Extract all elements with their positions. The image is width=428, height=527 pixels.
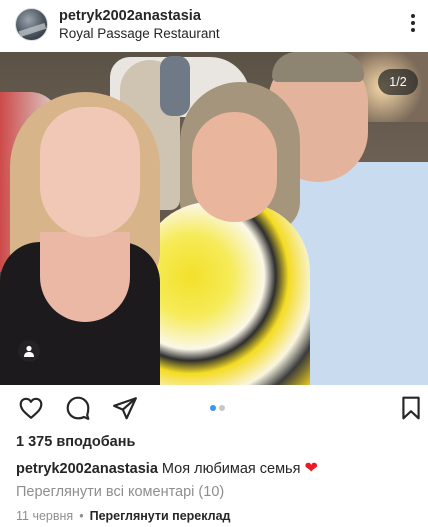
post-photo[interactable]: 1/2 xyxy=(0,52,428,385)
carousel-indicator xyxy=(210,405,230,411)
carousel-dot-active xyxy=(210,405,216,411)
post-caption: petryk2002anastasia Моя любимая семья ❤ xyxy=(16,458,318,478)
avatar[interactable] xyxy=(15,8,48,41)
action-bar xyxy=(0,385,428,431)
bookmark-icon[interactable] xyxy=(398,395,424,421)
separator: • xyxy=(79,509,84,523)
comment-bubble-icon[interactable] xyxy=(65,395,91,421)
caption-text: Моя любимая семья xyxy=(161,461,301,477)
post-location[interactable]: Royal Passage Restaurant xyxy=(59,26,220,41)
translate-link[interactable]: Переглянути переклад xyxy=(90,509,231,523)
post-header: petryk2002anastasia Royal Passage Restau… xyxy=(0,0,428,52)
more-vertical-icon[interactable] xyxy=(406,14,420,36)
caption-heart-emoji: ❤ xyxy=(304,460,318,477)
person-tag-icon[interactable] xyxy=(18,340,40,362)
likes-count[interactable]: 1 375 вподобань xyxy=(16,434,135,450)
post-username[interactable]: petryk2002anastasia xyxy=(59,8,201,24)
carousel-dot xyxy=(219,405,225,411)
caption-username[interactable]: petryk2002anastasia xyxy=(16,461,158,477)
post-footer: 11 червня • Переглянути переклад xyxy=(16,509,231,523)
carousel-counter: 1/2 xyxy=(378,69,418,95)
paper-plane-icon[interactable] xyxy=(112,395,138,421)
heart-outline-icon[interactable] xyxy=(18,395,44,421)
post-date: 11 червня xyxy=(16,509,74,523)
view-comments-link[interactable]: Переглянути всі коментарі (10) xyxy=(16,484,224,500)
